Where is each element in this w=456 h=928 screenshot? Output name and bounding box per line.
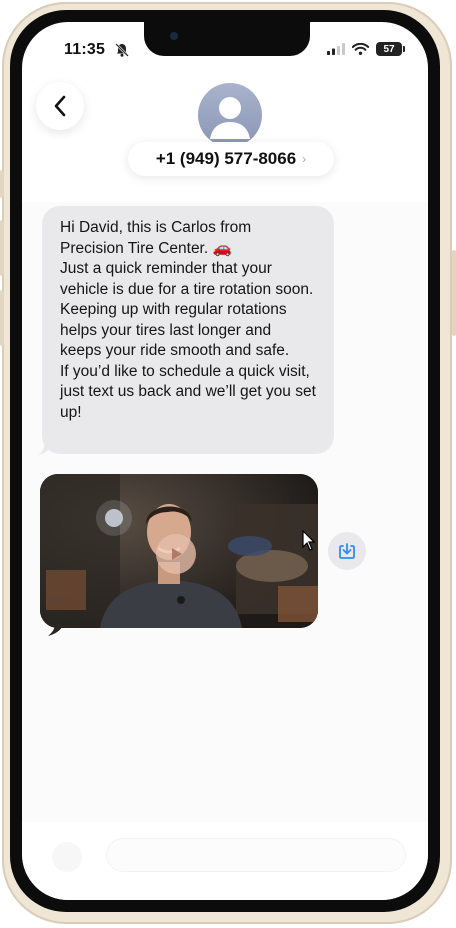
video-bubble-tail (48, 624, 64, 636)
chevron-left-icon (54, 95, 66, 117)
back-button[interactable] (36, 82, 84, 130)
side-button-volume-up (0, 220, 4, 276)
download-button[interactable] (328, 532, 366, 570)
cellular-signal-icon (327, 43, 345, 55)
incoming-message-bubble[interactable]: Hi David, this is Carlos from Precision … (38, 206, 334, 455)
person-silhouette-icon (210, 97, 250, 139)
side-button-power (452, 250, 456, 336)
message-input[interactable] (106, 838, 406, 872)
download-icon (339, 543, 355, 559)
front-camera (170, 32, 178, 40)
battery-percent: 57 (383, 43, 395, 55)
phone-screen: +1 (949) 577-8066 › 11:35 57 Hi David, t… (22, 22, 428, 900)
contact-name-pill[interactable]: +1 (949) 577-8066 › (128, 142, 334, 176)
bell-slash-icon (115, 43, 129, 57)
wifi-icon (352, 43, 369, 55)
message-text: Hi David, this is Carlos from Precision … (60, 219, 316, 421)
bubble-tail (38, 441, 54, 455)
compose-bar (22, 832, 428, 900)
side-button-volume-down (0, 290, 4, 346)
play-button[interactable] (156, 534, 196, 574)
contact-number: +1 (949) 577-8066 (155, 149, 297, 168)
status-time: 11:35 (64, 41, 106, 58)
notch (144, 22, 310, 56)
video-message[interactable] (40, 474, 318, 628)
chevron-right-icon: › (302, 152, 307, 166)
play-icon (172, 548, 182, 560)
contact-avatar[interactable] (198, 83, 262, 147)
add-attachment-button[interactable] (52, 842, 82, 872)
battery-icon: 57 (376, 42, 405, 56)
mouse-cursor-icon (302, 530, 316, 551)
status-right-icons: 57 (327, 42, 405, 56)
side-button-action (0, 170, 4, 198)
